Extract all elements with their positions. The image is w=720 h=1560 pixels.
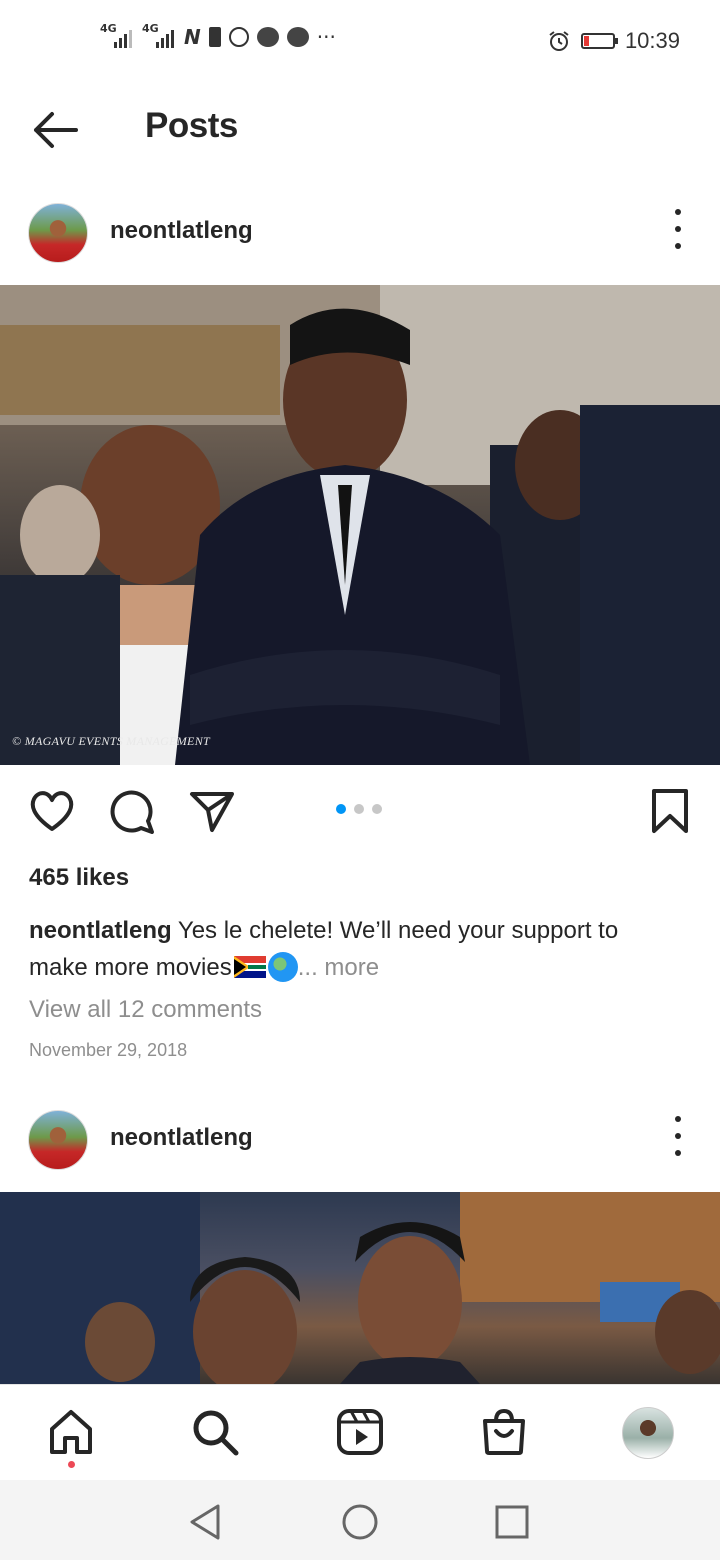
carousel-dot-active <box>336 804 346 814</box>
bookmark-icon <box>652 789 688 833</box>
likes-count[interactable]: 465 likes <box>29 864 129 892</box>
avatar[interactable] <box>28 1110 88 1170</box>
send-icon <box>190 792 234 832</box>
photo-watermark: © MAGAVU EVENTS MANAGEMENT <box>12 734 210 748</box>
network-type-label: 4G <box>100 22 117 35</box>
system-navigation-bar <box>0 1480 720 1560</box>
network-type-label: 4G <box>142 22 159 35</box>
post-header: neontlatleng <box>0 1100 720 1180</box>
alarm-icon <box>549 31 569 51</box>
nav-search[interactable] <box>190 1407 240 1457</box>
chat-icon <box>256 27 279 47</box>
nav-shop[interactable] <box>479 1407 529 1457</box>
post-caption: neontlatleng Yes le chelete! We’ll need … <box>29 912 669 986</box>
reels-icon <box>337 1409 383 1455</box>
share-button[interactable] <box>188 788 236 834</box>
more-notifications-icon: ··· <box>316 25 336 49</box>
signal-icon: 4G <box>142 22 176 48</box>
nfc-icon: N <box>184 25 201 49</box>
battery-icon <box>580 33 618 49</box>
home-notification-dot <box>68 1461 75 1468</box>
photo-content <box>0 285 720 765</box>
view-comments-link[interactable]: View all 12 comments <box>29 996 262 1024</box>
post-actions <box>0 770 720 850</box>
page-title: Posts <box>145 106 238 145</box>
heart-icon <box>30 791 74 831</box>
search-icon <box>193 1410 239 1456</box>
back-button[interactable] <box>28 106 84 154</box>
post-username[interactable]: neontlatleng <box>110 217 253 245</box>
nav-home[interactable] <box>46 1407 96 1457</box>
status-time: 10:39 <box>624 28 680 53</box>
shop-icon <box>483 1408 525 1455</box>
photo-content <box>0 1192 720 1384</box>
arrow-left-icon <box>34 112 78 148</box>
system-recents-button[interactable] <box>492 1502 532 1542</box>
post-username[interactable]: neontlatleng <box>110 1124 253 1152</box>
south-africa-flag-icon <box>233 956 266 978</box>
comment-icon <box>110 790 154 834</box>
messages-icon <box>286 27 309 47</box>
post-header: neontlatleng <box>0 193 720 273</box>
status-left-icons: 4G 4G N ··· <box>100 22 336 49</box>
system-home-button[interactable] <box>340 1502 380 1542</box>
save-button[interactable] <box>646 788 694 834</box>
home-circle-icon <box>342 1504 378 1540</box>
recents-square-icon <box>495 1505 529 1539</box>
sim-icon <box>208 27 221 47</box>
like-button[interactable] <box>28 788 76 834</box>
more-options-button[interactable] <box>666 209 690 249</box>
globe-icon <box>267 952 298 982</box>
carousel-dot <box>354 804 364 814</box>
carousel-dot <box>372 804 382 814</box>
caption-username[interactable]: neontlatleng <box>29 917 172 944</box>
carousel-indicator <box>336 804 382 814</box>
post-photo[interactable] <box>0 1192 720 1384</box>
status-bar: 4G 4G N ··· 10:39 <box>0 0 720 84</box>
caption-more-link[interactable]: ... more <box>298 954 379 981</box>
comment-button[interactable] <box>108 788 156 834</box>
page-header: Posts <box>0 84 720 174</box>
back-triangle-icon <box>190 1504 220 1540</box>
home-icon <box>50 1410 92 1454</box>
more-options-button[interactable] <box>666 1116 690 1156</box>
avatar[interactable] <box>28 203 88 263</box>
nav-profile-avatar[interactable] <box>622 1407 674 1459</box>
whatsapp-icon <box>228 27 249 47</box>
post-date: November 29, 2018 <box>29 1040 188 1060</box>
status-right-icons: 10:39 <box>547 28 680 54</box>
post-photo[interactable]: © MAGAVU EVENTS MANAGEMENT <box>0 285 720 765</box>
signal-icon: 4G <box>100 22 134 48</box>
system-back-button[interactable] <box>186 1502 226 1542</box>
nav-reels[interactable] <box>335 1407 385 1457</box>
bottom-navigation <box>0 1384 720 1481</box>
